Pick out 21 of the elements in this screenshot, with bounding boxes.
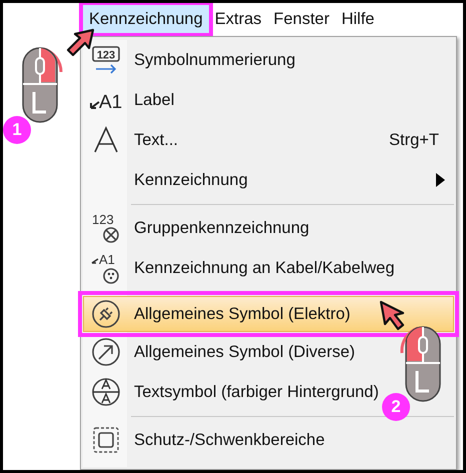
menu-item[interactable]: Allgemeines Symbol (Diverse) [83,332,454,372]
menu-item[interactable]: A1 Kennzeichnung an Kabel/Kabelweg [83,248,454,288]
menu-item[interactable]: Schutz-/Schwenkbereiche [83,420,454,460]
text-icon [92,126,120,154]
cursor-icon [379,300,407,332]
arrow-circle-icon [91,337,121,367]
menu-item[interactable]: Text... Strg+T [83,120,454,160]
menu-bar-item[interactable]: Hilfe [335,4,380,32]
protection-area-icon [92,426,120,454]
menu-item[interactable]: A1 Label [83,80,454,120]
menu-item[interactable]: Kennzeichnung [83,160,454,200]
plug-icon [91,299,121,329]
menu-bar-item[interactable]: Fenster [268,4,336,32]
step-number: 1 [3,116,31,144]
menu-item[interactable]: 123 Gruppenkennzeichnung [83,208,454,248]
text-symbol-icon [91,377,121,407]
menu-bar-item[interactable]: Extras [208,4,268,32]
menu-bar-item[interactable]: Kennzeichnung [83,4,209,32]
cursor-icon [65,28,95,58]
submenu-arrow-icon [436,173,445,187]
menu-item[interactable]: 123 Symbolnummerierung [83,40,454,80]
